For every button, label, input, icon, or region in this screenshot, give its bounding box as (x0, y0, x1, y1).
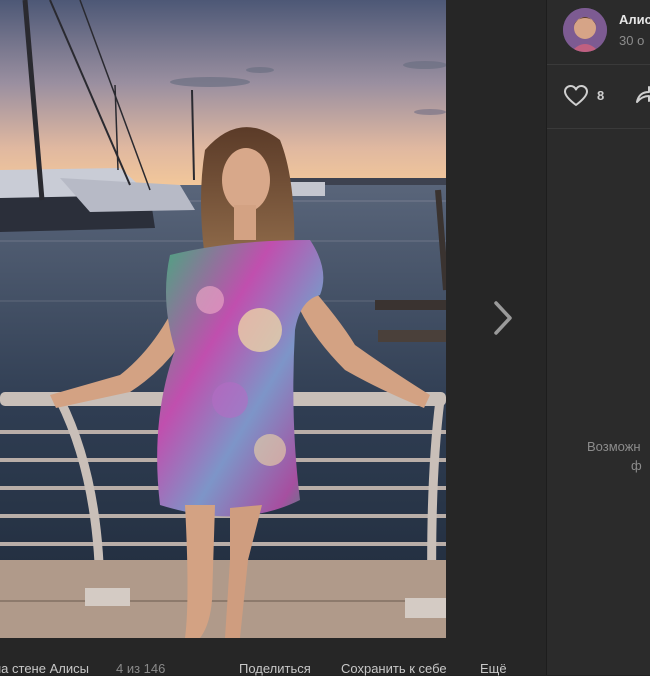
divider (547, 128, 650, 129)
chevron-right-icon (494, 301, 512, 335)
post-date: 30 о (619, 33, 645, 48)
viewer-footer: на стене Алисы 4 из 146 Поделиться Сохра… (0, 655, 546, 676)
avatar[interactable] (563, 8, 607, 52)
more-action[interactable]: Ещё (480, 661, 507, 676)
photo-image (0, 0, 446, 638)
photo-counter: 4 из 146 (116, 661, 166, 676)
likes-count: 8 (597, 88, 605, 103)
divider (547, 64, 650, 65)
photo-viewer: на стене Алисы 4 из 146 Поделиться Сохра… (0, 0, 546, 676)
hint-line-2: ф (631, 458, 642, 473)
next-photo-button[interactable] (488, 295, 520, 341)
photo-sidebar: Алис 30 о 8 Возможн ф (546, 0, 650, 675)
avatar-image (563, 8, 607, 52)
album-link[interactable]: на стене Алисы (0, 661, 89, 676)
share-button[interactable] (635, 84, 650, 108)
comments-hint: Возможн ф (587, 437, 650, 475)
like-button[interactable]: 8 (563, 84, 607, 108)
save-action[interactable]: Сохранить к себе (341, 661, 447, 676)
photo[interactable] (0, 0, 446, 638)
share-icon (636, 86, 650, 103)
author-name[interactable]: Алис (619, 12, 650, 27)
heart-icon (564, 85, 588, 106)
share-action[interactable]: Поделиться (239, 661, 311, 676)
hint-line-1: Возможн (587, 439, 641, 454)
